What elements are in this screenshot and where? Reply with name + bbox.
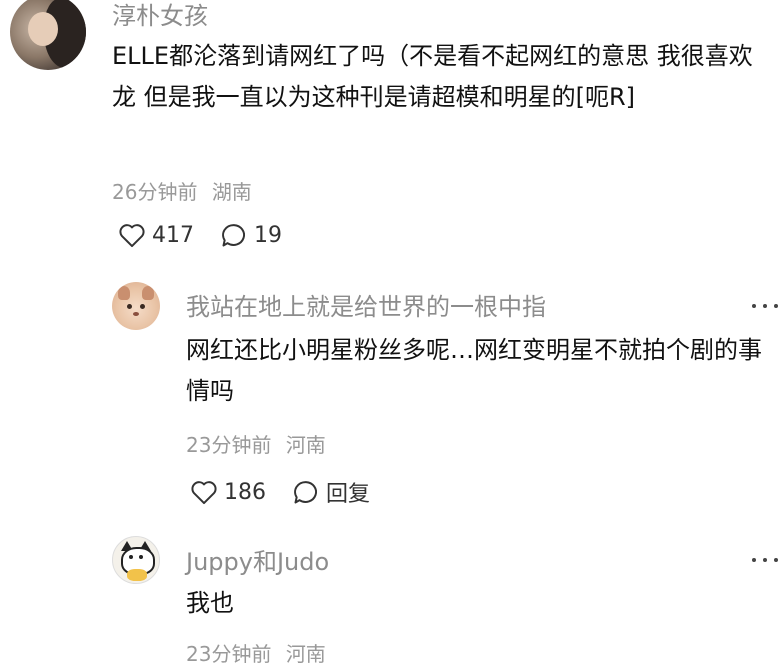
more-options-icon[interactable] (752, 302, 778, 310)
reply-actions: 186 回复 (190, 476, 370, 508)
reply-username[interactable]: 我站在地上就是给世界的一根中指 (186, 287, 546, 322)
comment-location: 湖南 (211, 180, 252, 204)
reply-time: 23分钟前 (186, 642, 272, 666)
more-options-icon[interactable] (752, 556, 778, 564)
reply-meta: 23分钟前 河南 (186, 638, 326, 667)
comment-actions: 417 19 (118, 222, 282, 248)
heart-icon (119, 224, 145, 248)
avatar[interactable] (112, 282, 160, 330)
avatar-nose (133, 312, 139, 316)
reply-location: 河南 (285, 433, 326, 457)
comment-content: ELLE都沦落到请网红了吗（不是看不起网红的意思 我很喜欢龙 但是我一直以为这种… (112, 42, 753, 111)
comment-bubble-icon (222, 224, 246, 247)
avatar-body (127, 569, 147, 581)
avatar[interactable] (10, 0, 86, 70)
like-button[interactable]: 186 (190, 479, 266, 505)
avatar-face (28, 12, 58, 46)
comment-meta: 26分钟前 湖南 (112, 176, 252, 205)
comment-time: 26分钟前 (112, 180, 198, 204)
like-button[interactable]: 417 (118, 222, 194, 248)
reply-content: 网红还比小明星粉丝多呢…网红变明星不就拍个剧的事情吗 (186, 336, 762, 405)
reply-label: 回复 (326, 482, 371, 507)
reply-meta: 23分钟前 河南 (186, 429, 326, 458)
avatar-ear (118, 286, 130, 300)
like-count: 417 (152, 222, 194, 248)
comment-username[interactable]: 淳朴女孩 (112, 0, 208, 31)
reply-time: 23分钟前 (186, 433, 272, 457)
reply-button[interactable]: 19 (220, 222, 282, 248)
comment-bubble-icon (294, 481, 318, 504)
heart-icon (191, 481, 217, 505)
avatar[interactable] (112, 536, 160, 584)
reply-location: 河南 (285, 642, 326, 666)
avatar-eye (140, 304, 145, 309)
avatar-eye (127, 304, 132, 309)
reply-content: 我也 (186, 589, 234, 617)
avatar-ear (142, 286, 154, 300)
reply-button[interactable]: 回复 (292, 476, 370, 508)
like-count: 186 (224, 479, 266, 505)
avatar-eye (129, 555, 133, 559)
reply-username[interactable]: Juppy和Judo (186, 542, 329, 577)
reply-count: 19 (254, 222, 282, 248)
avatar-eye (139, 555, 143, 559)
